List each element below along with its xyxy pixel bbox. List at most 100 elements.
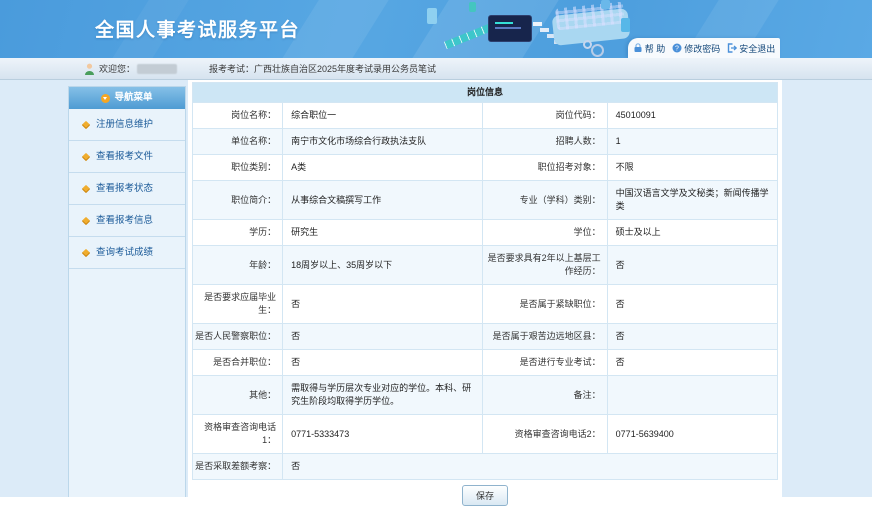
field-value (607, 376, 777, 415)
table-row: 年龄：18周岁以上、35周岁以下是否要求具有2年以上基层工作经历：否 (193, 246, 778, 285)
bullet-icon (82, 153, 90, 161)
table-title: 岗位信息 (193, 83, 778, 103)
help-link[interactable]: 帮 助 (633, 42, 666, 55)
field-value: 1 (607, 129, 777, 155)
field-label: 是否人民警察职位： (193, 324, 283, 350)
nav-menu-header: 导航菜单 (69, 87, 185, 109)
bullet-icon (82, 185, 90, 193)
sidebar-item-label: 查看报考信息 (96, 215, 153, 226)
table-row: 单位名称：南宁市文化市场综合行政执法支队招聘人数：1 (193, 129, 778, 155)
bullet-icon (82, 249, 90, 257)
field-value: 否 (283, 285, 483, 324)
page-title: 全国人事考试服务平台 (95, 15, 300, 42)
sidebar-nav: 导航菜单 注册信息维护 查看报考文件 查看报考状态 查看报考信息 查询考试成绩 (68, 86, 186, 497)
table-row: 学历：研究生学位：硕士及以上 (193, 220, 778, 246)
logout-label: 安全退出 (739, 42, 775, 55)
field-value: 南宁市文化市场综合行政执法支队 (283, 129, 483, 155)
field-label: 岗位名称： (193, 103, 283, 129)
field-value: 综合职位一 (283, 103, 483, 129)
sidebar-item-view-exam-documents[interactable]: 查看报考文件 (69, 141, 185, 173)
cube-icon (469, 2, 476, 12)
sidebar-item-label: 查看报考状态 (96, 183, 153, 194)
sidebar-filler (69, 269, 185, 497)
monitor-icon (488, 15, 532, 42)
cube-icon (621, 18, 630, 32)
field-label: 是否属于紧缺职位： (483, 285, 607, 324)
field-value: 中国汉语言文学及文秘类；新闻传播学类 (607, 181, 777, 220)
field-label: 其他： (193, 376, 283, 415)
sidebar-item-query-exam-results[interactable]: 查询考试成绩 (69, 237, 185, 269)
table-row: 是否人民警察职位：否是否属于艰苦边远地区县：否 (193, 324, 778, 350)
change-password-link[interactable]: ? 修改密码 (672, 42, 720, 55)
field-label: 学历： (193, 220, 283, 246)
main-content: 岗位信息 岗位名称：综合职位一岗位代码：45010091单位名称：南宁市文化市场… (188, 80, 782, 497)
field-value: 否 (607, 324, 777, 350)
exit-icon (727, 43, 737, 53)
sidebar-item-registration-info[interactable]: 注册信息维护 (69, 109, 185, 141)
help-label: 帮 助 (645, 42, 666, 55)
greeting-label: 欢迎您： (99, 62, 135, 75)
field-label: 学位： (483, 220, 607, 246)
field-value: 硕士及以上 (607, 220, 777, 246)
svg-text:?: ? (675, 45, 679, 52)
field-label: 是否要求具有2年以上基层工作经历： (483, 246, 607, 285)
field-value: 18周岁以上、35周岁以下 (283, 246, 483, 285)
table-row: 岗位名称：综合职位一岗位代码：45010091 (193, 103, 778, 129)
user-name-redacted (137, 64, 177, 74)
sidebar-item-label: 查看报考文件 (96, 151, 153, 162)
field-label: 招聘人数： (483, 129, 607, 155)
sidebar-item-view-application-status[interactable]: 查看报考状态 (69, 173, 185, 205)
field-value: 否 (607, 246, 777, 285)
field-label: 是否要求应届毕业生： (193, 285, 283, 324)
sidebar-item-view-application-info[interactable]: 查看报考信息 (69, 205, 185, 237)
field-value: 0771-5639400 (607, 415, 777, 454)
save-button[interactable]: 保存 (462, 485, 508, 506)
exam-name: 广西壮族自治区2025年度考试录用公务员笔试 (254, 64, 436, 74)
exam-info: 报考考试：广西壮族自治区2025年度考试录用公务员笔试 (209, 62, 436, 75)
bullet-icon (82, 217, 90, 225)
table-row: 是否采取差额考察：否 (193, 454, 778, 480)
field-value: 45010091 (607, 103, 777, 129)
field-label: 专业（学科）类别： (483, 181, 607, 220)
table-row: 资格审查咨询电话1：0771-5333473资格审查咨询电话2：0771-563… (193, 415, 778, 454)
cube-icon (601, 0, 610, 9)
chain-link-icon (583, 40, 592, 49)
field-value: 否 (607, 350, 777, 376)
field-value: 0771-5333473 (283, 415, 483, 454)
field-label: 是否合并职位： (193, 350, 283, 376)
cube-icon (427, 8, 437, 24)
table-row: 职位简介：从事综合文稿撰写工作专业（学科）类别：中国汉语言文学及文秘类；新闻传播… (193, 181, 778, 220)
position-info-table: 岗位信息 岗位名称：综合职位一岗位代码：45010091单位名称：南宁市文化市场… (192, 82, 778, 480)
field-value: 需取得与学历层次专业对应的学位。本科、研究生阶段均取得学历学位。 (283, 376, 483, 415)
lock-icon (633, 43, 643, 53)
welcome-bar: 欢迎您： 报考考试：广西壮族自治区2025年度考试录用公务员笔试 (0, 58, 872, 80)
user-avatar-icon (84, 63, 95, 75)
save-row: 保存 (192, 485, 778, 506)
bullet-icon (82, 121, 90, 129)
chevron-down-icon (101, 94, 110, 103)
stairs-icon (533, 22, 542, 26)
field-label: 岗位代码： (483, 103, 607, 129)
field-value: 否 (283, 324, 483, 350)
field-value: 否 (283, 454, 778, 480)
field-label: 是否采取差额考察： (193, 454, 283, 480)
field-label: 职位简介： (193, 181, 283, 220)
table-row: 其他：需取得与学历层次专业对应的学位。本科、研究生阶段均取得学历学位。备注： (193, 376, 778, 415)
exam-label: 报考考试： (209, 64, 254, 74)
field-value: A类 (283, 155, 483, 181)
sidebar-item-label: 注册信息维护 (96, 119, 153, 130)
topbar-links: 帮 助 ? 修改密码 安全退出 (628, 38, 780, 58)
field-value: 否 (283, 350, 483, 376)
question-icon: ? (672, 43, 682, 53)
field-label: 资格审查咨询电话2： (483, 415, 607, 454)
top-banner: 全国人事考试服务平台 帮 助 ? 修改密码 (0, 0, 872, 58)
change-password-label: 修改密码 (684, 42, 720, 55)
field-label: 资格审查咨询电话1： (193, 415, 283, 454)
field-label: 是否进行专业考试： (483, 350, 607, 376)
page-body: 导航菜单 注册信息维护 查看报考文件 查看报考状态 查看报考信息 查询考试成绩 (0, 80, 872, 497)
logout-link[interactable]: 安全退出 (727, 42, 775, 55)
field-label: 单位名称： (193, 129, 283, 155)
field-label: 备注： (483, 376, 607, 415)
nav-menu-title: 导航菜单 (114, 87, 152, 109)
field-value: 不限 (607, 155, 777, 181)
